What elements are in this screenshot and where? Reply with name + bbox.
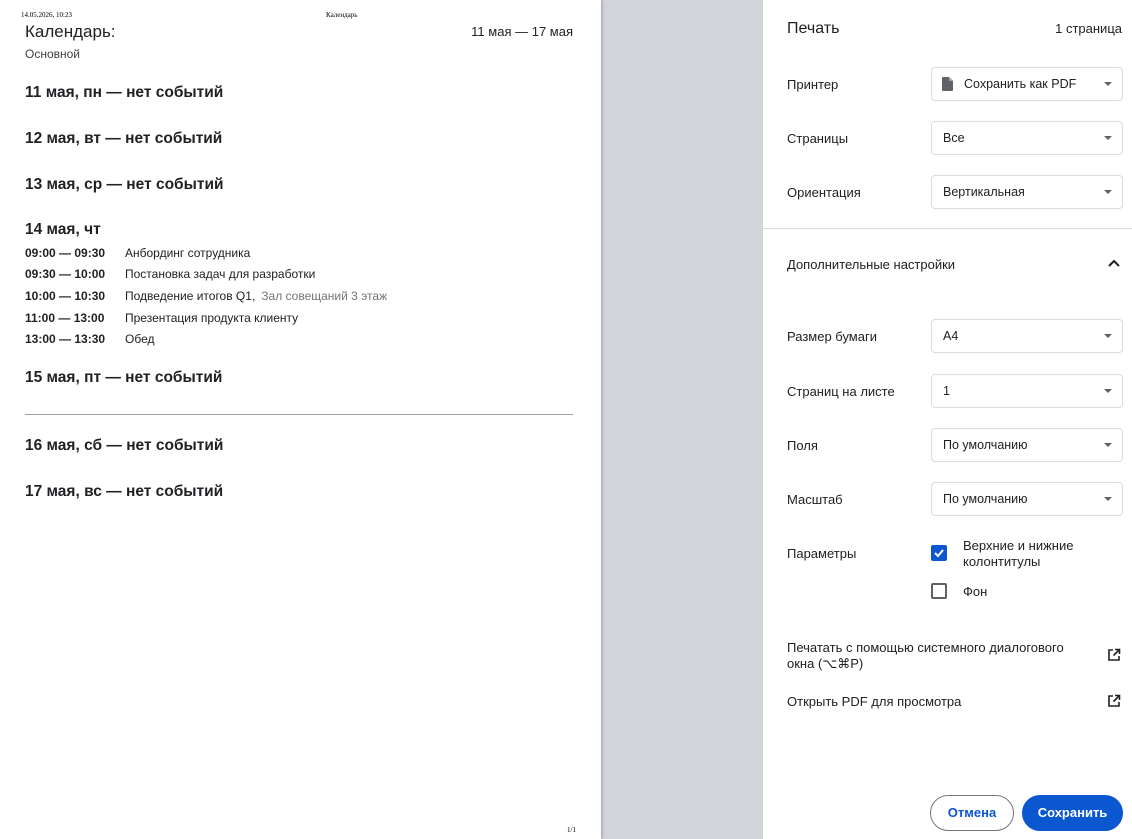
print-preview-page: 14.05.2026, 10:23 Календарь Календарь: 1… (0, 0, 601, 839)
pages-per-sheet-label: Страниц на листе (787, 384, 895, 399)
pages-select[interactable]: Все (931, 121, 1123, 155)
printer-label: Принтер (787, 77, 839, 92)
event-row: 11:00 — 13:00 Презентация продукта клиент… (25, 311, 298, 325)
dropdown-arrow-icon (1104, 136, 1112, 140)
open-pdf-link[interactable]: Открыть PDF для просмотра (787, 694, 1123, 710)
print-settings-panel: Печать 1 страница Принтер Сохранить как … (763, 0, 1132, 839)
event-title: Подведение итогов Q1, (125, 289, 256, 303)
event-row: 09:30 — 10:00 Постановка задач для разраб… (25, 267, 315, 281)
scale-label: Масштаб (787, 492, 843, 507)
file-icon (942, 77, 953, 91)
dropdown-arrow-icon (1104, 334, 1112, 338)
pages-value: Все (943, 131, 965, 145)
print-header-title: Календарь (326, 11, 358, 19)
printer-value: Сохранить как PDF (964, 77, 1077, 91)
event-time: 09:30 — 10:00 (25, 267, 106, 281)
day-heading: 16 мая, сб — нет событий (25, 437, 224, 454)
advanced-settings-toggle[interactable]: Дополнительные настройки (787, 254, 1122, 276)
print-header-date: 14.05.2026, 10:23 (21, 11, 72, 19)
day-heading: 14 мая, чт (25, 221, 101, 238)
scale-value: По умолчанию (943, 492, 1028, 506)
paper-size-label: Размер бумаги (787, 329, 877, 344)
background-checkbox[interactable] (931, 583, 947, 599)
day-heading: 13 мая, ср — нет событий (25, 176, 224, 193)
margins-select[interactable]: По умолчанию (931, 428, 1123, 462)
pages-label: Страницы (787, 131, 849, 146)
event-time: 11:00 — 13:00 (25, 311, 105, 325)
dropdown-arrow-icon (1104, 443, 1112, 447)
options-label: Параметры (787, 546, 857, 561)
open-in-new-icon (1108, 648, 1121, 661)
section-divider (763, 228, 1132, 229)
event-location: Зал совещаний 3 этаж (261, 289, 388, 303)
orientation-value: Вертикальная (943, 185, 1025, 199)
event-title: Постановка задач для разработки (125, 267, 316, 281)
day-heading: 11 мая, пн — нет событий (25, 84, 224, 101)
cancel-button[interactable]: Отмена (930, 795, 1014, 831)
dropdown-arrow-icon (1104, 497, 1112, 501)
event-row: 10:00 — 10:30 Подведение итогов Q1, Зал со… (25, 289, 387, 303)
open-in-new-icon (1108, 694, 1121, 707)
dropdown-arrow-icon (1104, 389, 1112, 393)
event-title: Анбординг сотрудника (125, 246, 251, 260)
day-heading: 15 мая, пт — нет событий (25, 369, 223, 386)
day-heading: 12 мая, вт — нет событий (25, 130, 223, 147)
event-time: 10:00 — 10:30 (25, 289, 106, 303)
event-time: 13:00 — 13:30 (25, 332, 106, 346)
open-pdf-label: Открыть PDF для просмотра (787, 694, 962, 709)
pages-per-sheet-select[interactable]: 1 (931, 374, 1123, 408)
dropdown-arrow-icon (1104, 82, 1112, 86)
event-row: 13:00 — 13:30 Обед (25, 332, 154, 346)
event-title: Обед (125, 332, 155, 346)
margins-value: По умолчанию (943, 438, 1028, 452)
page-counter: 1/1 (567, 826, 576, 834)
orientation-label: Ориентация (787, 185, 861, 200)
margins-label: Поля (787, 438, 818, 453)
system-dialog-link[interactable]: Печатать с помощью системного диалоговог… (787, 640, 1123, 672)
event-row: 09:00 — 09:30 Анбординг сотрудника (25, 246, 250, 260)
panel-title: Печать (787, 20, 840, 37)
headers-footers-checkbox[interactable] (931, 545, 947, 561)
sheet-count: 1 страница (1055, 21, 1122, 36)
advanced-settings-label: Дополнительные настройки (787, 257, 956, 272)
calendar-name: Основной (25, 47, 81, 61)
scale-select[interactable]: По умолчанию (931, 482, 1123, 516)
headers-footers-label: Верхние и нижние колонтитулы (963, 538, 1074, 569)
paper-size-select[interactable]: A4 (931, 319, 1123, 353)
save-button[interactable]: Сохранить (1022, 795, 1123, 831)
paper-size-value: A4 (943, 329, 959, 343)
page-title: Календарь: (25, 22, 116, 41)
week-divider (25, 414, 573, 415)
checkmark-icon (934, 549, 944, 558)
event-time: 09:00 — 09:30 (25, 246, 106, 260)
background-label: Фон (963, 584, 988, 599)
printer-select[interactable]: Сохранить как PDF (931, 67, 1123, 101)
chevron-up-icon (1108, 259, 1120, 267)
day-heading: 17 мая, вс — нет событий (25, 483, 224, 500)
date-range: 11 мая — 17 мая (471, 24, 573, 39)
pages-per-sheet-value: 1 (943, 384, 950, 398)
event-title: Презентация продукта клиенту (125, 311, 299, 325)
orientation-select[interactable]: Вертикальная (931, 175, 1123, 209)
system-dialog-label: Печатать с помощью системного диалоговог… (787, 640, 1064, 671)
dropdown-arrow-icon (1104, 190, 1112, 194)
